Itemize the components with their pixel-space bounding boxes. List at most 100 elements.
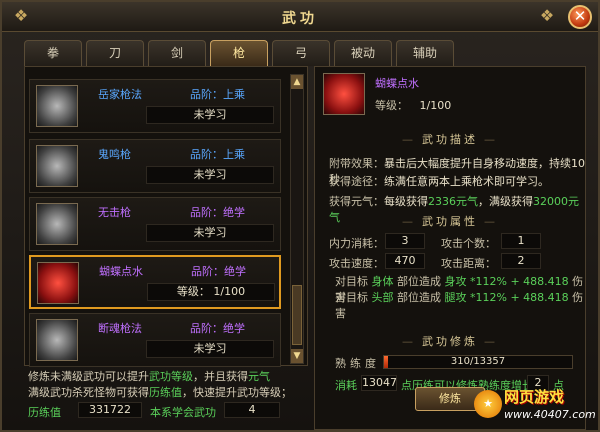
skill-status: 未学习	[146, 166, 274, 184]
targets-label: 攻击个数：	[441, 237, 496, 250]
prof-label: 熟练度	[335, 357, 380, 370]
skill-name: 鬼鸣枪	[98, 148, 131, 161]
detail-name: 蝴蝶点水	[375, 77, 419, 90]
dmg-c: 部位造成	[397, 275, 441, 288]
info-panel: 修炼未满级武功可以提升武功等级，并且获得元气 满级武功杀死怪物可获得历练值，快速…	[24, 366, 308, 428]
close-button[interactable]: ✕	[568, 5, 592, 29]
cost-row: 消耗	[335, 377, 357, 393]
tab-fist[interactable]: 拳	[24, 40, 82, 66]
skill-grade: 品阶：上乘	[190, 148, 245, 161]
info-line1: 修炼未满级武功可以提升	[28, 370, 149, 383]
neili-label: 内力消耗：	[329, 237, 384, 250]
neili-value: 3	[385, 233, 425, 249]
skill-list: 岳家枪法 品阶：上乘 未学习 鬼鸣枪 品阶：上乘 未学习 无击枪 品阶：绝学 未…	[24, 66, 308, 367]
path-label: 获得途径：	[329, 175, 384, 188]
info-line1c: ，并且获得	[193, 370, 248, 383]
proficiency-bar: 310/13357	[383, 355, 573, 369]
spear-skill-icon	[36, 203, 78, 245]
desc-title: 武功描述	[375, 131, 525, 147]
ornament-right-icon: ❖	[539, 6, 555, 25]
scroll-thumb[interactable]	[292, 285, 302, 345]
tab-blade[interactable]: 刀	[86, 40, 144, 66]
effect-label: 附带效果：	[329, 157, 384, 170]
skill-item[interactable]: 岳家枪法 品阶：上乘 未学习	[29, 79, 281, 133]
tab-support[interactable]: 辅助	[396, 40, 454, 66]
skill-status: 未学习	[146, 224, 274, 242]
exp-value: 331722	[78, 402, 142, 418]
skill-grade: 品阶：上乘	[190, 88, 245, 101]
dmg-d: 身攻	[444, 275, 467, 288]
skill-grade: 品阶：绝学	[190, 206, 245, 219]
dmg-d: 腿攻	[444, 291, 467, 304]
window-title: 武功	[282, 11, 318, 27]
title-bar: ❖ 武功 ❖ ✕	[2, 2, 598, 32]
targets-value: 1	[501, 233, 541, 249]
watermark-line2: www.40407.com	[504, 408, 596, 421]
path-value: 练满任意两本上乘枪术即可学习。	[384, 175, 549, 188]
speed-label: 攻击速度：	[329, 257, 384, 270]
skill-level: 等级： 1/100	[147, 283, 275, 301]
tab-spear[interactable]: 枪	[210, 40, 268, 66]
dmg-c: 部位造成	[397, 291, 441, 304]
speed-value: 470	[385, 253, 425, 269]
skill-name: 蝴蝶点水	[99, 265, 143, 278]
detail-level: 等级： 1/100	[375, 97, 451, 113]
yuanqi-c: ，满级获得	[478, 195, 533, 208]
skill-name: 无击枪	[98, 206, 131, 219]
path-row: 获得途径：练满任意两本上乘枪术即可学习。	[329, 173, 549, 189]
skill-grade: 品阶：绝学	[190, 322, 245, 335]
dmg-a: 对目标	[335, 291, 368, 304]
dmg-e: *112%	[470, 291, 507, 304]
spear-skill-icon	[36, 319, 78, 361]
yuanqi-a: 每级获得	[384, 195, 428, 208]
dmg-b: 头部	[371, 291, 394, 304]
tab-bow[interactable]: 弓	[272, 40, 330, 66]
skill-name: 断魂枪法	[98, 322, 142, 335]
damage-row-2: 对目标 头部 部位造成 腿攻 *112% + 488.418 伤害	[335, 289, 585, 321]
learned-value: 4	[224, 402, 280, 418]
cost-label: 消耗	[335, 379, 357, 392]
scroll-down-icon[interactable]: ▼	[291, 349, 303, 363]
detail-level-label: 等级：	[375, 99, 408, 112]
skill-list-scrollbar[interactable]: ▲ ▼	[290, 74, 304, 364]
dmg-a: 对目标	[335, 275, 368, 288]
range-value: 2	[501, 253, 541, 269]
cost-value: 13047	[361, 375, 397, 391]
train-title: 武功修炼	[375, 333, 525, 349]
info-hl3: 历练值	[149, 386, 182, 399]
info-line2: 满级武功杀死怪物可获得	[28, 386, 149, 399]
skill-item[interactable]: 鬼鸣枪 品阶：上乘 未学习	[29, 139, 281, 193]
dmg-f: + 488.418	[510, 275, 569, 288]
dmg-e: *112%	[470, 275, 507, 288]
scroll-up-icon[interactable]: ▲	[291, 75, 303, 89]
dmg-b: 身体	[371, 275, 394, 288]
skill-status: 未学习	[146, 340, 274, 358]
skill-detail: 蝴蝶点水 等级： 1/100 武功描述 附带效果：暴击后大幅度提升自身移动速度，…	[314, 66, 586, 430]
skill-item[interactable]: 无击枪 品阶：绝学 未学习	[29, 197, 281, 251]
skill-item-selected[interactable]: 蝴蝶点水 品阶：绝学 等级： 1/100	[29, 255, 281, 309]
exp-label: 历练值	[28, 406, 61, 419]
skills-window: ❖ 武功 ❖ ✕ 拳 刀 剑 枪 弓 被动 辅助 岳家枪法 品阶：上乘 未学习 …	[0, 0, 600, 432]
learned-label: 本系学会武功	[150, 406, 216, 419]
skill-grade: 品阶：绝学	[191, 265, 246, 278]
spear-skill-icon	[36, 85, 78, 127]
spear-skill-icon	[36, 145, 78, 187]
skill-status: 未学习	[146, 106, 274, 124]
watermark-logo: ★ 网页游戏 www.40407.com	[474, 386, 596, 426]
spear-skill-icon	[37, 262, 79, 304]
attr-title: 武功属性	[375, 213, 525, 229]
info-hl: 武功等级	[149, 370, 193, 383]
skill-item[interactable]: 断魂枪法 品阶：绝学 未学习	[29, 313, 281, 367]
tab-passive[interactable]: 被动	[334, 40, 392, 66]
skill-name: 岳家枪法	[98, 88, 142, 101]
detail-skill-icon	[323, 73, 365, 115]
info-hl2: 元气	[248, 370, 270, 383]
prof-value: 310/13357	[450, 356, 506, 367]
dmg-f: + 488.418	[510, 291, 569, 304]
watermark-badge-icon: ★	[474, 390, 502, 418]
yuanqi-label: 获得元气：	[329, 195, 384, 208]
tab-sword[interactable]: 剑	[148, 40, 206, 66]
range-label: 攻击距离：	[441, 257, 496, 270]
yuanqi-b: 2336元气	[428, 195, 478, 208]
watermark-line1: 网页游戏	[504, 388, 565, 406]
